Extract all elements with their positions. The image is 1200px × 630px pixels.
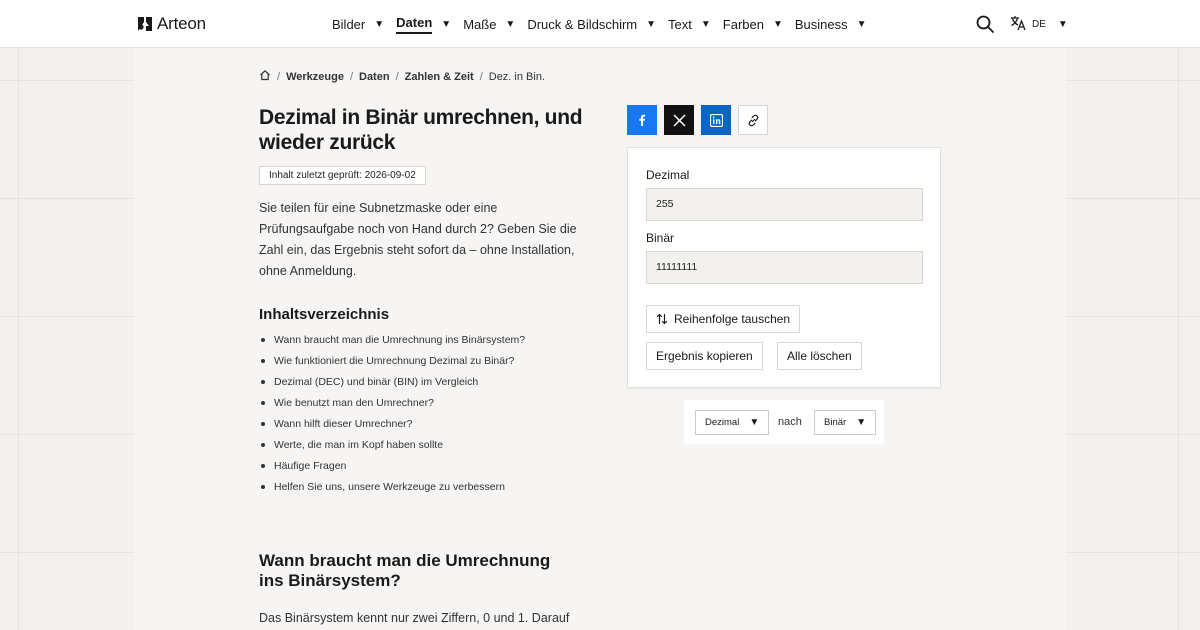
- caret-down-icon: ▼: [374, 18, 385, 30]
- nav-item-druck-bildschirm[interactable]: Druck & Bildschirm ▼: [527, 0, 656, 48]
- from-unit-select[interactable]: Dezimal ▼: [695, 410, 770, 435]
- copy-result-button[interactable]: Ergebnis kopieren: [646, 342, 763, 370]
- last-reviewed-badge: Inhalt zuletzt geprüft: 2026-09-02: [259, 166, 426, 185]
- table-of-contents: Wann braucht man die Umrechnung ins Binä…: [259, 332, 525, 500]
- nav-label: Maße: [463, 16, 497, 32]
- home-icon[interactable]: [259, 69, 271, 84]
- breadcrumb-zahlen-zeit[interactable]: Zahlen & Zeit: [405, 71, 474, 83]
- linkedin-icon[interactable]: [701, 105, 731, 135]
- intro-text: Sie teilen für eine Subnetzmaske oder ei…: [259, 201, 577, 278]
- main-nav: Bilder ▼ Daten ▼ Maße ▼ Druck & Bildschi…: [332, 0, 879, 48]
- link-icon[interactable]: [738, 105, 768, 135]
- binary-label: Binär: [646, 231, 675, 245]
- logo-icon: [137, 16, 153, 32]
- logo-text: Arteon: [157, 14, 206, 33]
- nav-label: Text: [668, 16, 692, 32]
- nav-item-business[interactable]: Business ▼: [795, 0, 867, 48]
- toc-item[interactable]: Wann braucht man die Umrechnung ins Binä…: [259, 332, 525, 353]
- language-switcher[interactable]: DE ▼: [1010, 15, 1068, 34]
- caret-down-icon: ▼: [441, 18, 452, 30]
- nav-label: Business: [794, 16, 848, 32]
- breadcrumb-daten[interactable]: Daten: [359, 71, 390, 83]
- caret-down-icon: ▼: [856, 18, 867, 30]
- caret-down-icon: ▼: [1057, 19, 1068, 30]
- nav-item-farben[interactable]: Farben ▼: [723, 0, 783, 48]
- breadcrumb-separator: /: [479, 70, 483, 83]
- nav-label: Daten: [396, 15, 433, 34]
- breadcrumb-current: Dez. in Bin.: [488, 70, 545, 83]
- translate-icon: [1010, 15, 1026, 34]
- page-title: Dezimal in Binär umrechnen, und wieder z…: [259, 106, 583, 154]
- site-header: Arteon Bilder ▼ Daten ▼ Maße ▼ Druck & B…: [0, 0, 1200, 48]
- search-icon[interactable]: [975, 14, 995, 34]
- nav-item-text[interactable]: Text ▼: [668, 0, 711, 48]
- to-unit-select[interactable]: Binär ▼: [814, 410, 877, 435]
- facebook-icon[interactable]: [627, 105, 657, 135]
- unit-selector: Dezimal ▼ nach Binär ▼: [684, 400, 884, 444]
- caret-down-icon: ▼: [505, 18, 516, 30]
- x-icon[interactable]: [664, 105, 694, 135]
- caret-down-icon: ▼: [856, 417, 867, 428]
- nav-item-bilder[interactable]: Bilder ▼: [332, 0, 384, 48]
- section-text: Das Binärsystem kennt nur zwei Ziffern, …: [259, 611, 570, 625]
- breadcrumb-werkzeuge[interactable]: Werkzeuge: [286, 71, 344, 83]
- section-heading: Wann braucht man die Umrechnung ins Binä…: [259, 551, 551, 590]
- clear-all-button[interactable]: Alle löschen: [777, 342, 862, 370]
- decimal-label: Dezimal: [646, 168, 690, 182]
- converter-card: Dezimal 255 Binär 11111111 Reihenfolge t…: [627, 147, 941, 388]
- from-unit-value: Dezimal: [705, 417, 740, 428]
- swap-order-button[interactable]: Reihenfolge tauschen: [646, 305, 801, 333]
- caret-down-icon: ▼: [646, 18, 657, 30]
- caret-down-icon: ▼: [749, 417, 760, 428]
- toc-item[interactable]: Wie funktioniert die Umrechnung Dezimal …: [259, 353, 525, 374]
- language-code: DE: [1032, 19, 1046, 30]
- to-unit-value: Binär: [824, 417, 847, 428]
- nav-label: Bilder: [332, 16, 366, 32]
- toc-item[interactable]: Wie benutzt man den Umrechner?: [259, 395, 525, 416]
- breadcrumb: / Werkzeuge / Daten / Zahlen & Zeit / De…: [259, 69, 545, 84]
- nav-label: Druck & Bildschirm: [527, 16, 638, 32]
- nav-label: Farben: [722, 16, 764, 32]
- breadcrumb-separator: /: [277, 70, 281, 83]
- caret-down-icon: ▼: [772, 18, 783, 30]
- caret-down-icon: ▼: [700, 18, 711, 30]
- connector-text: nach: [778, 416, 802, 428]
- breadcrumb-separator: /: [349, 70, 353, 83]
- breadcrumb-separator: /: [395, 70, 399, 83]
- toc-item[interactable]: Werte, die man im Kopf haben sollte: [259, 437, 525, 458]
- toc-item[interactable]: Dezimal (DEC) und binär (BIN) im Verglei…: [259, 374, 525, 395]
- decimal-input[interactable]: 255: [646, 188, 923, 221]
- nav-item-daten[interactable]: Daten ▼: [396, 0, 451, 48]
- binary-input[interactable]: 11111111: [646, 251, 923, 284]
- toc-item[interactable]: Helfen Sie uns, unsere Werkzeuge zu verb…: [259, 479, 525, 500]
- nav-item-masse[interactable]: Maße ▼: [463, 0, 515, 48]
- toc-title: Inhaltsverzeichnis: [259, 306, 390, 323]
- toc-item[interactable]: Wann hilft dieser Umrechner?: [259, 416, 525, 437]
- toc-item[interactable]: Häufige Fragen: [259, 458, 525, 479]
- share-buttons: [627, 105, 768, 135]
- swap-order-label: Reihenfolge tauschen: [674, 312, 791, 326]
- logo[interactable]: Arteon: [137, 14, 206, 34]
- swap-icon: [656, 313, 668, 325]
